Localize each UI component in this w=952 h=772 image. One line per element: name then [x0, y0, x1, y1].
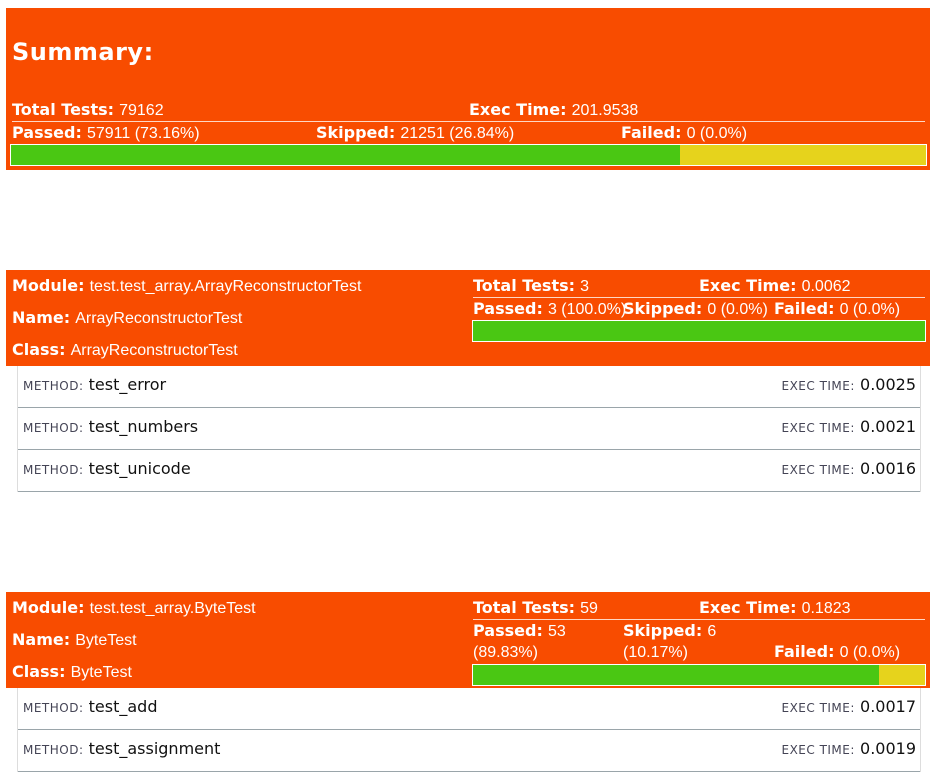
method-name: test_numbers — [88, 417, 199, 436]
module-exec-time: Exec Time: 0.0062 — [699, 276, 851, 295]
module-passed: Passed: 3 (100.0%) — [473, 299, 627, 318]
module-failed: Failed: 0 (0.0%) — [774, 299, 901, 318]
summary-divider — [12, 121, 925, 122]
exec-time-value: 0.0025 — [860, 375, 916, 394]
module-card: Module: test.test_array.ByteTest Name: B… — [6, 592, 930, 772]
method-label: METHOD: — [23, 379, 84, 393]
module-progress-bar — [472, 320, 926, 342]
module-passed: Passed: 53 (89.83%) — [473, 621, 566, 661]
module-divider — [473, 619, 925, 620]
summary-passed: Passed: 57911 (73.16%) — [12, 123, 200, 142]
exec-time-label: EXEC TIME: — [781, 743, 855, 757]
module-class: Class: ArrayReconstructorTest — [12, 340, 238, 359]
module-skipped-segment — [879, 665, 925, 685]
module-name: Name: ByteTest — [12, 630, 137, 649]
method-list: METHOD: test_add EXEC TIME: 0.0017 METHO… — [17, 688, 921, 772]
module-progress-bar — [472, 664, 926, 686]
module-passed-segment — [473, 665, 880, 685]
summary-skipped: Skipped: 21251 (26.84%) — [316, 123, 515, 142]
exec-time-label: EXEC TIME: — [781, 463, 855, 477]
module-name: Name: ArrayReconstructorTest — [12, 308, 243, 327]
exec-time-value: 0.0021 — [860, 417, 916, 436]
method-name: test_unicode — [88, 459, 191, 478]
method-name: test_assignment — [88, 739, 221, 758]
summary-exec-time: Exec Time: 201.9538 — [469, 100, 639, 119]
module-skipped: Skipped: 0 (0.0%) — [623, 299, 768, 318]
summary-passed-segment — [11, 145, 681, 165]
method-row[interactable]: METHOD: test_unicode EXEC TIME: 0.0016 — [18, 450, 920, 492]
module-failed: Failed: 0 (0.0%) — [774, 642, 901, 661]
exec-time-label: EXEC TIME: — [781, 701, 855, 715]
module-path: Module: test.test_array.ArrayReconstruct… — [12, 276, 362, 295]
exec-time-value: 0.0019 — [860, 739, 916, 758]
exec-time-label: EXEC TIME: — [781, 379, 855, 393]
module-exec-time: Exec Time: 0.1823 — [699, 598, 851, 617]
module-skipped: Skipped: 6 (10.17%) — [623, 621, 717, 661]
summary-title: Summary: — [12, 38, 154, 66]
module-header: Module: test.test_array.ArrayReconstruct… — [6, 270, 930, 366]
exec-time-value: 0.0017 — [860, 697, 916, 716]
method-row[interactable]: METHOD: test_assignment EXEC TIME: 0.001… — [18, 730, 920, 772]
module-path: Module: test.test_array.ByteTest — [12, 598, 256, 617]
module-class: Class: ByteTest — [12, 662, 132, 681]
exec-time-label: EXEC TIME: — [781, 421, 855, 435]
module-total: Total Tests: 3 — [473, 276, 590, 295]
summary-skipped-segment — [680, 145, 926, 165]
summary-total: Total Tests: 79162 — [12, 100, 164, 119]
module-card: Module: test.test_array.ArrayReconstruct… — [6, 270, 930, 492]
method-label: METHOD: — [23, 421, 84, 435]
method-label: METHOD: — [23, 701, 84, 715]
method-label: METHOD: — [23, 743, 84, 757]
method-name: test_error — [88, 375, 167, 394]
module-divider — [473, 297, 925, 298]
module-header: Module: test.test_array.ByteTest Name: B… — [6, 592, 930, 688]
method-row[interactable]: METHOD: test_add EXEC TIME: 0.0017 — [18, 688, 920, 730]
summary-progress-bar — [10, 144, 927, 166]
summary-panel: Summary: Total Tests: 79162 Exec Time: 2… — [6, 8, 930, 170]
module-passed-segment — [473, 321, 925, 341]
summary-failed: Failed: 0 (0.0%) — [621, 123, 748, 142]
method-list: METHOD: test_error EXEC TIME: 0.0025 MET… — [17, 366, 921, 492]
method-label: METHOD: — [23, 463, 84, 477]
method-name: test_add — [88, 697, 158, 716]
exec-time-value: 0.0016 — [860, 459, 916, 478]
method-row[interactable]: METHOD: test_error EXEC TIME: 0.0025 — [18, 366, 920, 408]
module-total: Total Tests: 59 — [473, 598, 598, 617]
method-row[interactable]: METHOD: test_numbers EXEC TIME: 0.0021 — [18, 408, 920, 450]
